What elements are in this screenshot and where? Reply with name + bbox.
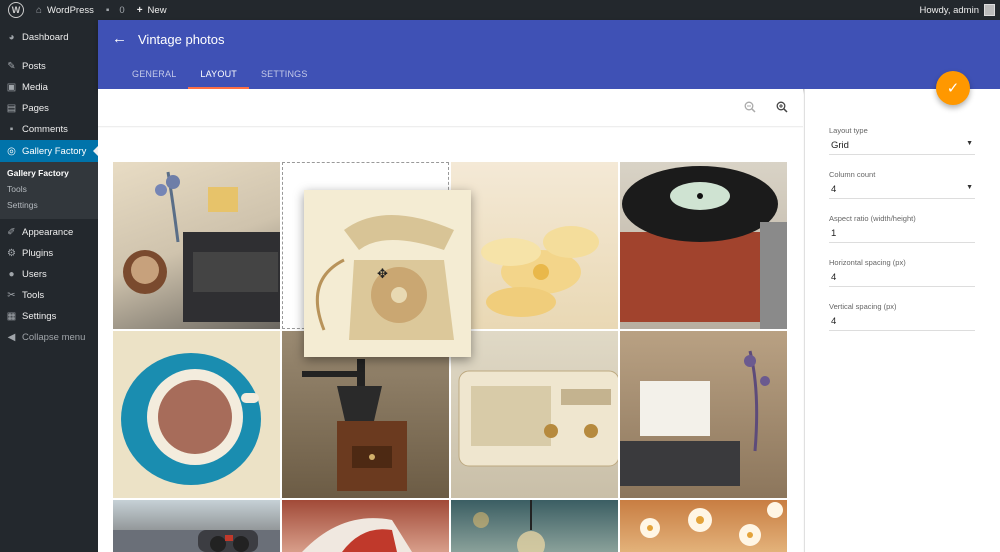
photo-tile-vintage-radio[interactable] bbox=[451, 331, 618, 498]
sidebar-item-media[interactable]: ▣ Media bbox=[0, 77, 98, 98]
photo-tile-typewriter-coffee[interactable] bbox=[113, 162, 280, 329]
photo-grid: ✥ bbox=[98, 128, 803, 552]
horizontal-spacing-value: 4 bbox=[831, 272, 837, 283]
photo-tile-city-binoculars[interactable] bbox=[113, 500, 280, 552]
site-name-label: WordPress bbox=[47, 4, 94, 16]
column-count-select[interactable]: Column count 4 ▼ bbox=[829, 170, 975, 199]
sidebar-item-users[interactable]: ● Users bbox=[0, 264, 98, 285]
layout-type-value: Grid bbox=[831, 140, 849, 151]
back-arrow-icon[interactable]: ← bbox=[112, 30, 127, 47]
collapse-icon: ◀ bbox=[7, 332, 16, 343]
sidebar-item-appearance[interactable]: ✐ Appearance bbox=[0, 222, 98, 243]
sidebar-item-settings[interactable]: ▦ Settings bbox=[0, 306, 98, 327]
settings-icon: ▦ bbox=[6, 311, 17, 322]
photo-tile-daisies[interactable] bbox=[620, 500, 787, 552]
aspect-ratio-field[interactable]: Aspect ratio (width/height) 1 bbox=[829, 214, 975, 243]
home-icon: ⌂ bbox=[36, 4, 43, 16]
sidebar-item-label: Dashboard bbox=[22, 32, 69, 43]
layout-settings-panel: Layout type Grid ▼ Column count 4 ▼ Aspect… bbox=[804, 89, 1000, 552]
column-count-label: Column count bbox=[829, 170, 876, 179]
vertical-spacing-value: 4 bbox=[831, 316, 837, 327]
photo-tile-record-player[interactable] bbox=[620, 162, 787, 329]
comments-link[interactable]: ▪ 0 bbox=[100, 0, 131, 20]
comment-bubble-icon: ▪ bbox=[105, 4, 110, 16]
sidebar-item-label: Appearance bbox=[22, 227, 74, 238]
plus-icon: + bbox=[136, 4, 143, 16]
sidebar-item-posts[interactable]: ✎ Posts bbox=[0, 56, 98, 77]
sidebar-item-label: Tools bbox=[22, 290, 45, 301]
page-title: Vintage photos bbox=[138, 32, 225, 47]
collapse-menu-button[interactable]: ◀ Collapse menu bbox=[0, 327, 98, 348]
layout-type-select[interactable]: Layout type Grid ▼ bbox=[829, 126, 975, 155]
pages-icon: ▤ bbox=[6, 103, 17, 114]
submenu-settings[interactable]: Settings bbox=[0, 197, 98, 213]
wrench-icon: ✂ bbox=[7, 290, 16, 301]
comment-icon: ▪ bbox=[9, 124, 14, 135]
grid-toolbar bbox=[98, 89, 803, 127]
sidebar-item-comments[interactable]: ▪ Comments bbox=[0, 119, 98, 140]
plugin-icon: ⚙ bbox=[7, 248, 16, 259]
admin-bar: W ⌂ WordPress ▪ 0 + New Howdy, admin bbox=[0, 0, 1000, 20]
collapse-label: Collapse menu bbox=[22, 332, 86, 343]
new-content-link[interactable]: + New bbox=[131, 0, 173, 20]
dropdown-arrow-icon: ▼ bbox=[966, 140, 973, 147]
submenu-gallery-factory[interactable]: Gallery Factory bbox=[0, 165, 98, 181]
vertical-spacing-label: Vertical spacing (px) bbox=[829, 302, 897, 311]
sidebar-item-tools[interactable]: ✂ Tools bbox=[0, 285, 98, 306]
app-header: ← Vintage photos GENERAL LAYOUT SETTINGS bbox=[98, 20, 1000, 89]
move-cursor-icon: ✥ bbox=[377, 266, 388, 281]
dropdown-arrow-icon: ▼ bbox=[966, 184, 973, 191]
pin-icon: ✎ bbox=[7, 61, 16, 72]
horizontal-spacing-field[interactable]: Horizontal spacing (px) 4 bbox=[829, 258, 975, 287]
layout-type-label: Layout type bbox=[829, 126, 868, 135]
tab-layout[interactable]: LAYOUT bbox=[188, 66, 249, 89]
vertical-spacing-field[interactable]: Vertical spacing (px) 4 bbox=[829, 302, 975, 331]
photo-tile-yellow-flowers[interactable] bbox=[451, 162, 618, 329]
sidebar-item-pages[interactable]: ▤ Pages bbox=[0, 98, 98, 119]
submenu-tools[interactable]: Tools bbox=[0, 181, 98, 197]
photo-tile-lightbulb[interactable] bbox=[451, 500, 618, 552]
sidebar-item-label: Users bbox=[22, 269, 47, 280]
horizontal-spacing-label: Horizontal spacing (px) bbox=[829, 258, 906, 267]
tab-settings[interactable]: SETTINGS bbox=[249, 66, 320, 89]
tab-bar: GENERAL LAYOUT SETTINGS bbox=[120, 66, 320, 89]
media-icon: ▣ bbox=[6, 82, 17, 93]
save-fab-button[interactable]: ✓ bbox=[936, 71, 970, 105]
sidebar-item-label: Settings bbox=[22, 311, 57, 322]
gallery-icon: ◎ bbox=[7, 145, 16, 157]
photo-tile-typewriter-lavender[interactable] bbox=[620, 331, 787, 498]
sidebar-item-plugins[interactable]: ⚙ Plugins bbox=[0, 243, 98, 264]
checkmark-icon: ✓ bbox=[946, 80, 960, 97]
avatar[interactable] bbox=[984, 4, 995, 16]
main-content: ← Vintage photos GENERAL LAYOUT SETTINGS bbox=[98, 20, 1000, 552]
sidebar-item-label: Posts bbox=[22, 61, 46, 72]
sidebar-item-label: Comments bbox=[22, 124, 68, 135]
site-name-link[interactable]: ⌂ WordPress bbox=[30, 0, 100, 20]
photo-tile-sneakers[interactable] bbox=[282, 500, 449, 552]
users-icon: ● bbox=[8, 269, 15, 280]
howdy-link[interactable]: Howdy, admin bbox=[920, 5, 980, 16]
photo-tile-coffee-cup[interactable] bbox=[113, 331, 280, 498]
wordpress-icon: W bbox=[8, 2, 24, 18]
sidebar-item-label: Gallery Factory bbox=[22, 145, 87, 157]
brush-icon: ✐ bbox=[7, 227, 16, 238]
zoom-in-icon[interactable] bbox=[776, 101, 788, 116]
new-label: New bbox=[147, 4, 167, 16]
aspect-ratio-label: Aspect ratio (width/height) bbox=[829, 214, 916, 223]
sidebar-item-label: Media bbox=[22, 82, 48, 93]
sidebar-item-label: Plugins bbox=[22, 248, 54, 259]
sidebar-item-label: Pages bbox=[22, 103, 49, 114]
sidebar-item-dashboard[interactable]: ◕ Dashboard bbox=[0, 27, 98, 48]
wp-logo-button[interactable]: W bbox=[0, 0, 30, 20]
tab-general[interactable]: GENERAL bbox=[120, 66, 188, 89]
sidebar-item-gallery-factory[interactable]: ◎ Gallery Factory bbox=[0, 140, 98, 162]
comments-count: 0 bbox=[119, 4, 125, 16]
admin-sidebar: ◕ Dashboard ✎ Posts ▣ Media ▤ Pages ▪ Comment… bbox=[0, 20, 98, 552]
gallery-submenu: Gallery Factory Tools Settings bbox=[0, 162, 98, 219]
column-count-value: 4 bbox=[831, 184, 837, 195]
zoom-out-icon[interactable] bbox=[744, 101, 756, 116]
aspect-ratio-value: 1 bbox=[831, 228, 837, 239]
dashboard-icon: ◕ bbox=[8, 32, 15, 43]
